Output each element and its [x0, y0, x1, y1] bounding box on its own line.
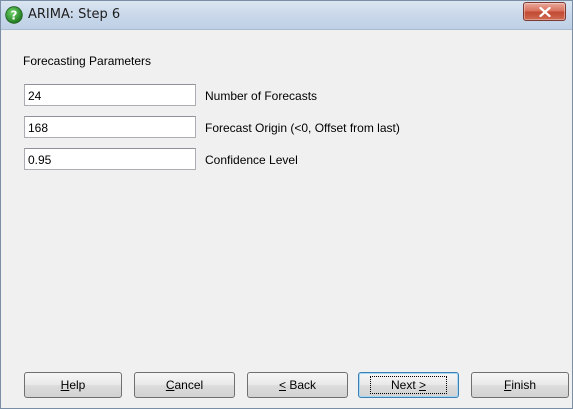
help-label: elp [69, 378, 86, 392]
window-title: ARIMA: Step 6 [28, 7, 121, 22]
finish-button[interactable]: Finish [471, 372, 569, 398]
section-heading: Forecasting Parameters [23, 54, 152, 68]
close-button[interactable] [523, 2, 566, 21]
confidence-level-label: Confidence Level [205, 153, 298, 167]
title-bar[interactable]: ? ARIMA: Step 6 [1, 1, 572, 30]
dialog-content: Forecasting Parameters Number of Forecas… [1, 30, 572, 408]
next-button[interactable]: Next > [358, 372, 459, 398]
confidence-level-input[interactable] [24, 148, 196, 170]
number-of-forecasts-label: Number of Forecasts [205, 89, 318, 103]
back-mnemonic: < [278, 378, 286, 392]
help-question-icon: ? [5, 6, 23, 24]
forecast-origin-input[interactable] [24, 116, 196, 138]
next-mnemonic: > [419, 378, 427, 392]
cancel-label: ancel [174, 378, 204, 392]
dialog-window: ? ARIMA: Step 6 Forecasting Parameters N… [0, 0, 573, 409]
forecast-origin-label: Forecast Origin (<0, Offset from last) [205, 121, 400, 135]
number-of-forecasts-input[interactable] [24, 84, 196, 106]
cancel-button[interactable]: Cancel [134, 372, 235, 398]
back-button[interactable]: < Back [247, 372, 348, 398]
back-label: Back [286, 378, 317, 392]
next-label: Next [390, 378, 419, 392]
svg-text:?: ? [11, 9, 18, 23]
finish-label: inish [511, 378, 537, 392]
close-icon [539, 7, 551, 17]
button-bar: Help Cancel < Back Next > Finish [1, 364, 572, 408]
help-button[interactable]: Help [24, 372, 122, 398]
